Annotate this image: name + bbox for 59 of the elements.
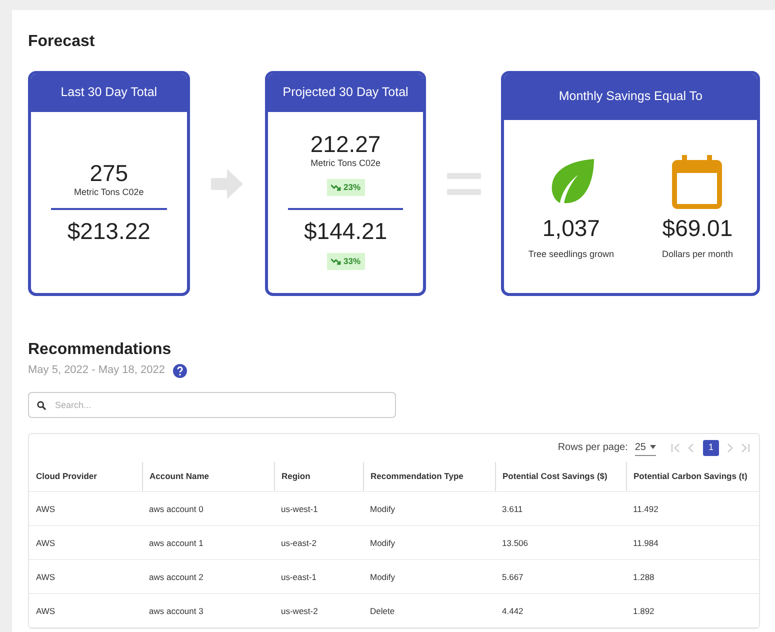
section-title: Recommendations bbox=[28, 340, 172, 360]
trending-down-icon bbox=[330, 258, 341, 266]
cost-value: $144.21 bbox=[302, 218, 388, 244]
search-field[interactable]: Search... bbox=[28, 392, 396, 418]
metric-unit: Metric Tons C02e bbox=[310, 157, 382, 170]
equals-icon bbox=[446, 172, 481, 195]
table-cell: AWS bbox=[29, 492, 142, 526]
table-cell: 3.611 bbox=[495, 492, 626, 526]
equivalent-label: Tree seedlings grown bbox=[528, 248, 614, 261]
section-title: Forecast bbox=[28, 32, 96, 52]
table-cell: 11.492 bbox=[626, 492, 759, 526]
card-header: Projected 30 Day Total bbox=[268, 74, 424, 112]
table-cell: 11.984 bbox=[626, 526, 759, 560]
column-header: Cloud Provider bbox=[29, 462, 142, 492]
calendar-icon bbox=[672, 155, 722, 210]
table-cell: 1.288 bbox=[626, 560, 759, 594]
table-cell: aws account 2 bbox=[142, 560, 274, 594]
table-cell: aws account 0 bbox=[142, 492, 274, 526]
metric-value: 275 bbox=[88, 160, 130, 186]
table-cell: 4.442 bbox=[495, 594, 626, 628]
equivalent-value: 1,037 bbox=[541, 216, 601, 242]
table-cell: AWS bbox=[29, 594, 142, 628]
table-cell: 13.506 bbox=[495, 526, 626, 560]
change-badge: 23% bbox=[326, 179, 365, 196]
trending-down-icon bbox=[330, 184, 341, 191]
change-badge: 33% bbox=[326, 253, 365, 270]
card-header: Last 30 Day Total bbox=[31, 74, 187, 112]
column-header: Recommendation Type bbox=[363, 462, 495, 492]
table-cell: aws account 3 bbox=[142, 594, 274, 628]
column-header: Region bbox=[274, 462, 363, 492]
arrow-icon bbox=[211, 168, 244, 199]
table-cell: us-east-2 bbox=[274, 526, 363, 560]
page-button[interactable]: 1 bbox=[703, 440, 719, 456]
metric-value: 212.27 bbox=[309, 132, 382, 158]
column-header: Potential Carbon Savings (t) bbox=[626, 462, 759, 492]
table-cell: AWS bbox=[29, 526, 142, 560]
table-cell: Delete bbox=[363, 594, 495, 628]
table-cell: 5.667 bbox=[495, 560, 626, 594]
metric-unit: Metric Tons C02e bbox=[72, 186, 145, 199]
column-header: Account Name bbox=[142, 462, 274, 492]
table-cell: us-west-2 bbox=[274, 594, 363, 628]
table-cell: us-east-1 bbox=[274, 560, 363, 594]
card-header: Monthly Savings Equal To bbox=[504, 74, 757, 120]
equivalent-label: Dollars per month bbox=[662, 248, 733, 261]
table-cell: us-west-1 bbox=[274, 492, 363, 526]
date-range: May 5, 2022 - May 18, 2022 bbox=[28, 363, 165, 378]
rows-per-page-label: Rows per page: bbox=[558, 441, 628, 456]
table-cell: Modify bbox=[363, 560, 495, 594]
help-icon[interactable] bbox=[172, 364, 187, 378]
column-header: Potential Cost Savings ($) bbox=[495, 462, 626, 492]
caret-icon bbox=[650, 445, 656, 450]
rows-per-page-select[interactable]: 25 bbox=[634, 440, 656, 456]
table-cell: Modify bbox=[363, 526, 495, 560]
equivalent-value: $69.01 bbox=[662, 216, 733, 242]
table-cell: 1.892 bbox=[626, 594, 759, 628]
cost-value: $213.22 bbox=[66, 219, 152, 245]
table-cell: Modify bbox=[363, 492, 495, 526]
table-cell: AWS bbox=[29, 560, 142, 594]
table-cell: aws account 1 bbox=[142, 526, 274, 560]
